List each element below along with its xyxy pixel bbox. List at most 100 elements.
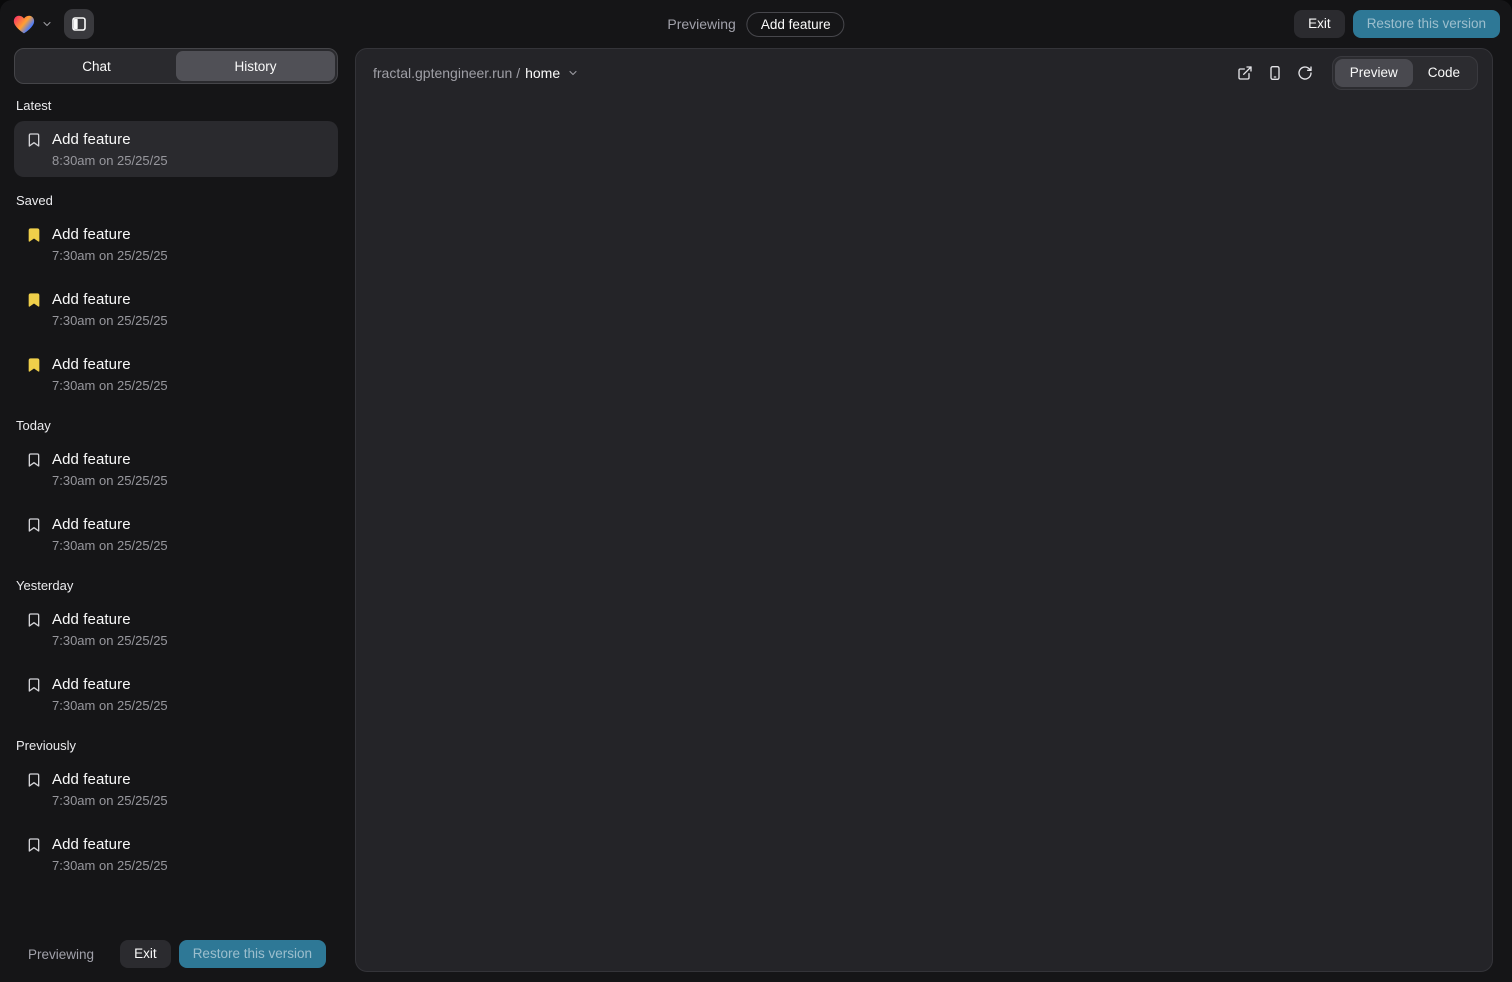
footer-restore-version-button[interactable]: Restore this version <box>179 940 326 968</box>
history-item-text: Add feature 7:30am on 25/25/25 <box>52 354 168 394</box>
history-item-title: Add feature <box>52 769 168 790</box>
history-item[interactable]: Add feature 7:30am on 25/25/25 <box>14 666 338 722</box>
chevron-down-icon <box>567 67 579 79</box>
exit-button[interactable]: Exit <box>1294 10 1345 38</box>
history-item-text: Add feature 7:30am on 25/25/25 <box>52 674 168 714</box>
history-item[interactable]: Add feature 8:30am on 25/25/25 <box>14 121 338 177</box>
history-item-time: 8:30am on 25/25/25 <box>52 152 168 169</box>
history-item-time: 7:30am on 25/25/25 <box>52 537 168 554</box>
history-section: Previously Add feature 7:30am on 25/25/2… <box>14 738 338 882</box>
history-item-title: Add feature <box>52 449 168 470</box>
history-item-text: Add feature 7:30am on 25/25/25 <box>52 609 168 649</box>
section-items: Add feature 7:30am on 25/25/25 Add featu… <box>14 216 338 402</box>
app-window: Previewing Add feature Exit Restore this… <box>0 0 1512 982</box>
bookmark-outline-icon <box>26 517 42 533</box>
brand[interactable] <box>12 12 53 36</box>
url-page: home <box>525 65 560 81</box>
history-item-time: 7:30am on 25/25/25 <box>52 377 168 394</box>
bookmark-icon <box>26 227 42 243</box>
sidebar: Chat History Latest Add feature 8:3 <box>14 48 338 982</box>
lovable-heart-logo <box>12 12 36 36</box>
bookmark-outline-icon <box>26 612 42 628</box>
smartphone-icon <box>1267 65 1283 81</box>
topbar-status: Previewing Add feature <box>667 12 844 37</box>
section-items: Add feature 7:30am on 25/25/25 Add featu… <box>14 601 338 722</box>
history-item[interactable]: Add feature 7:30am on 25/25/25 <box>14 346 338 402</box>
history-item-time: 7:30am on 25/25/25 <box>52 792 168 809</box>
history-item[interactable]: Add feature 7:30am on 25/25/25 <box>14 506 338 562</box>
bookmark-icon <box>26 357 42 373</box>
history-item-time: 7:30am on 25/25/25 <box>52 312 168 329</box>
topbar-actions: Exit Restore this version <box>1294 10 1500 38</box>
url-selector[interactable]: fractal.gptengineer.run / home <box>373 65 579 81</box>
footer-exit-button[interactable]: Exit <box>120 940 171 968</box>
open-external-button[interactable] <box>1230 58 1260 88</box>
external-link-icon <box>1237 65 1253 81</box>
history-item-title: Add feature <box>52 289 168 310</box>
history-item-text: Add feature 7:30am on 25/25/25 <box>52 834 168 874</box>
bookmark-filled-icon <box>26 227 42 243</box>
previewing-label: Previewing <box>667 16 735 32</box>
section-label: Saved <box>16 193 336 208</box>
mobile-view-button[interactable] <box>1260 58 1290 88</box>
history-item[interactable]: Add feature 7:30am on 25/25/25 <box>14 441 338 497</box>
bookmark-outline-icon <box>26 772 42 788</box>
section-label: Previously <box>16 738 336 753</box>
history-item[interactable]: Add feature 7:30am on 25/25/25 <box>14 216 338 272</box>
section-label: Today <box>16 418 336 433</box>
history-section: Today Add feature 7:30am on 25/25/25 <box>14 418 338 562</box>
section-label: Latest <box>16 98 336 113</box>
section-items: Add feature 8:30am on 25/25/25 <box>14 121 338 177</box>
chevron-down-icon <box>41 18 53 30</box>
tab-preview[interactable]: Preview <box>1335 59 1413 87</box>
bookmark-outline-icon <box>26 132 42 148</box>
sidebar-tabbar: Chat History <box>14 48 338 84</box>
version-badge[interactable]: Add feature <box>747 12 845 37</box>
history-item[interactable]: Add feature 7:30am on 25/25/25 <box>14 826 338 882</box>
refresh-button[interactable] <box>1290 58 1320 88</box>
bookmark-icon <box>26 677 42 693</box>
tab-history[interactable]: History <box>176 51 335 81</box>
preview-content[interactable] <box>356 97 1492 971</box>
top-bar: Previewing Add feature Exit Restore this… <box>0 0 1512 48</box>
history-item-title: Add feature <box>52 609 168 630</box>
history-item-time: 7:30am on 25/25/25 <box>52 857 168 874</box>
view-mode-switch: Preview Code <box>1332 56 1478 90</box>
bookmark-outline-icon <box>26 452 42 468</box>
history-item-title: Add feature <box>52 834 168 855</box>
bookmark-outline-icon <box>26 677 42 693</box>
tab-chat[interactable]: Chat <box>17 51 176 81</box>
bookmark-icon <box>26 517 42 533</box>
history-item-title: Add feature <box>52 354 168 375</box>
history-item[interactable]: Add feature 7:30am on 25/25/25 <box>14 761 338 817</box>
history-item[interactable]: Add feature 7:30am on 25/25/25 <box>14 281 338 337</box>
bookmark-icon <box>26 132 42 148</box>
history-item-title: Add feature <box>52 224 168 245</box>
preview-panel: fractal.gptengineer.run / home <box>355 48 1493 972</box>
history-item-time: 7:30am on 25/25/25 <box>52 247 168 264</box>
section-items: Add feature 7:30am on 25/25/25 Add featu… <box>14 441 338 562</box>
bookmark-filled-icon <box>26 357 42 373</box>
history-item-title: Add feature <box>52 514 168 535</box>
restore-version-button[interactable]: Restore this version <box>1353 10 1500 38</box>
history-section: Latest Add feature 8:30am on 25/25/25 <box>14 98 338 177</box>
section-label: Yesterday <box>16 578 336 593</box>
history-item-text: Add feature 7:30am on 25/25/25 <box>52 289 168 329</box>
bookmark-icon <box>26 452 42 468</box>
panel-left-icon <box>71 16 87 32</box>
bookmark-icon <box>26 837 42 853</box>
history-item-text: Add feature 7:30am on 25/25/25 <box>52 769 168 809</box>
sidebar-footer: Previewing Exit Restore this version <box>14 932 338 982</box>
bookmark-icon <box>26 612 42 628</box>
preview-toolbar: Preview Code <box>1230 56 1478 90</box>
history-section: Yesterday Add feature 7:30am on 25/25/25 <box>14 578 338 722</box>
history-item[interactable]: Add feature 7:30am on 25/25/25 <box>14 601 338 657</box>
sidebar-toggle-button[interactable] <box>64 9 94 39</box>
refresh-icon <box>1297 65 1313 81</box>
history-item-time: 7:30am on 25/25/25 <box>52 472 168 489</box>
tab-code[interactable]: Code <box>1413 59 1475 87</box>
footer-previewing-label: Previewing <box>28 947 94 962</box>
history-item-text: Add feature 7:30am on 25/25/25 <box>52 224 168 264</box>
preview-panel-header: fractal.gptengineer.run / home <box>356 49 1492 97</box>
history-list: Latest Add feature 8:30am on 25/25/25 <box>14 84 338 932</box>
